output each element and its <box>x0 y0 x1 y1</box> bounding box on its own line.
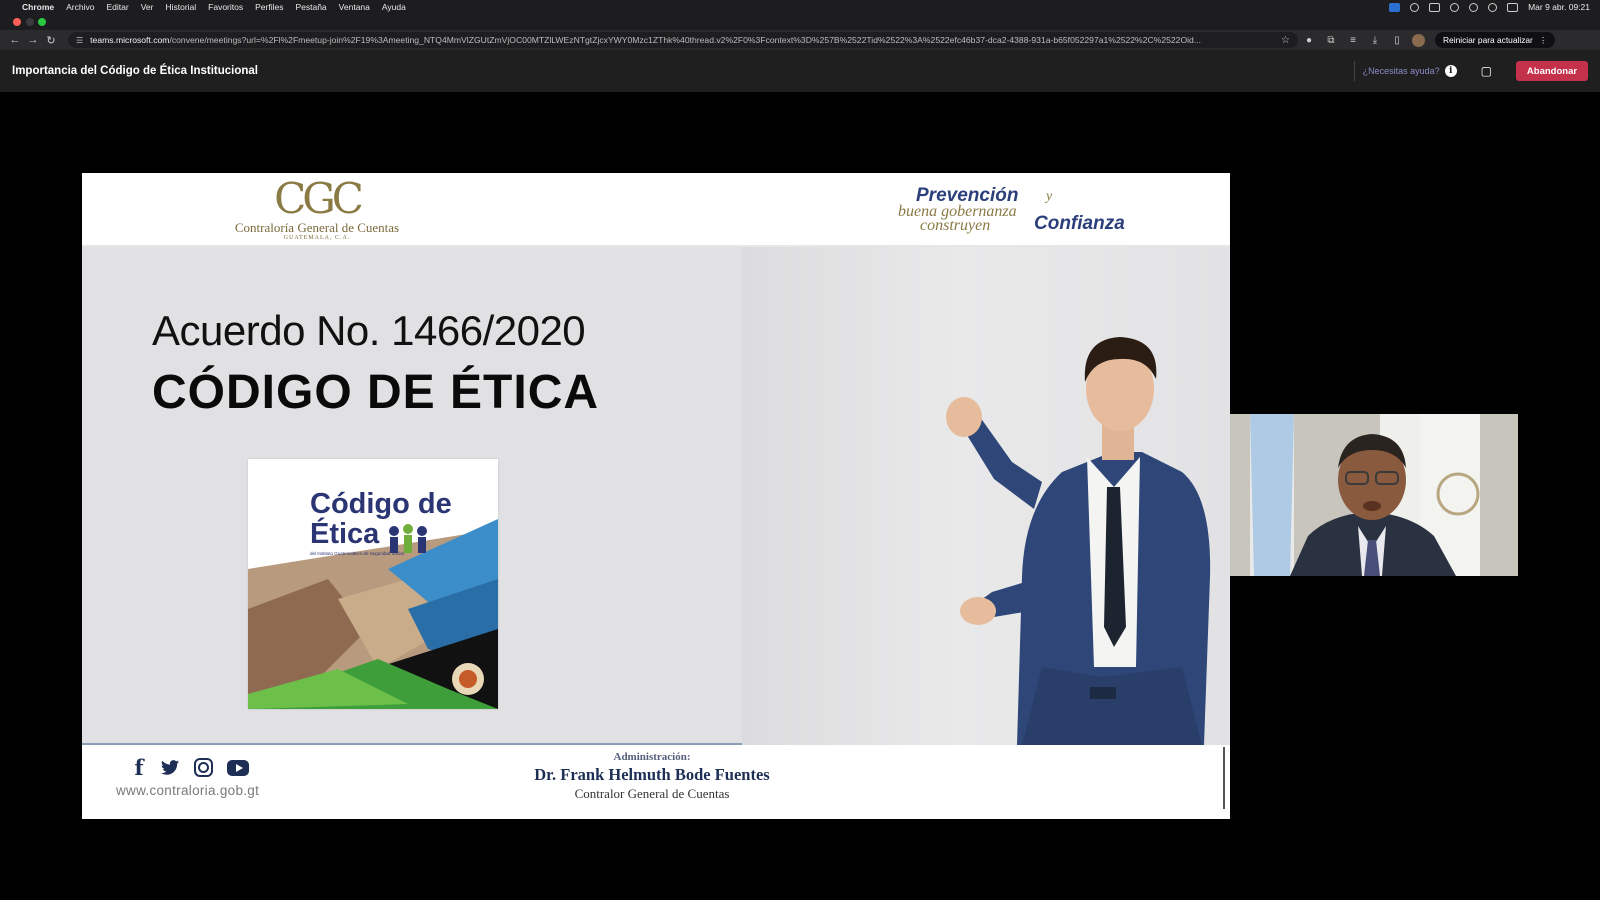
twitter-icon <box>160 760 180 775</box>
meeting-stage: CGC Contraloría General de Cuentas GUATE… <box>0 92 1600 900</box>
slogan-construyen: construyen <box>920 217 991 234</box>
search-icon[interactable] <box>1488 2 1498 12</box>
slide-footer: f www.contraloria.gob.gt Administración:… <box>82 745 1230 819</box>
youtube-icon <box>227 759 249 776</box>
shared-presentation-slide: CGC Contraloría General de Cuentas GUATE… <box>82 173 1230 819</box>
extension-icon[interactable]: ● <box>1298 35 1320 46</box>
browser-tabstrip <box>0 14 1600 30</box>
instagram-icon <box>194 758 213 777</box>
address-bar[interactable]: ☰ teams.microsoft.com /convene/meetings?… <box>68 32 1298 48</box>
wifi-off-icon[interactable] <box>1469 2 1479 12</box>
cgc-logo: CGC Contraloría General de Cuentas GUATE… <box>227 177 407 243</box>
menu-perfiles[interactable]: Perfiles <box>255 2 283 12</box>
vpn-icon[interactable] <box>1389 2 1401 12</box>
divider <box>1353 61 1355 81</box>
menu-historial[interactable]: Historial <box>165 2 196 12</box>
side-panel-icon[interactable]: ▯ <box>1386 35 1408 46</box>
browser-toolbar: ← → ↻ ☰ teams.microsoft.com /convene/mee… <box>0 30 1600 50</box>
cgc-logo-institution: Contraloría General de Cuentas <box>234 220 400 235</box>
administration-block: Administración: Dr. Frank Helmuth Bode F… <box>502 751 802 802</box>
book-subtitle: del Instituto Guatemalteco de Seguridad … <box>310 551 404 556</box>
slogan-confianza: Confianza <box>1034 213 1125 234</box>
reload-icon[interactable]: ↻ <box>42 34 60 47</box>
restart-to-update-label: Reiniciar para actualizar <box>1443 35 1533 45</box>
cgc-logo-monogram: CGC <box>274 174 364 223</box>
window-zoom-button[interactable] <box>38 18 46 26</box>
back-icon[interactable]: ← <box>6 34 24 46</box>
administration-label: Administración: <box>613 751 691 763</box>
more-menu-icon[interactable]: ⋮ <box>1539 35 1547 45</box>
menu-app-chrome[interactable]: Chrome <box>22 2 54 12</box>
extensions-puzzle-icon[interactable]: ⧉ <box>1320 35 1342 46</box>
menu-archivo[interactable]: Archivo <box>66 2 94 12</box>
download-icon[interactable]: ⤓ <box>1364 35 1386 46</box>
footer-divider <box>1223 747 1225 809</box>
website-url: www.contraloria.gob.gt <box>116 783 260 798</box>
screen-icon[interactable] <box>1429 2 1441 12</box>
media-control-icon[interactable]: ≡ <box>1342 35 1364 46</box>
slide-content-right <box>742 247 1230 745</box>
bookmark-star-icon[interactable]: ☆ <box>1281 35 1290 46</box>
participant-video-tile[interactable] <box>1230 414 1518 576</box>
meeting-title: Importancia del Código de Ética Instituc… <box>12 65 259 77</box>
url-host: teams.microsoft.com <box>90 35 170 45</box>
slide-header: CGC Contraloría General de Cuentas GUATE… <box>82 173 1230 247</box>
restart-to-update-button[interactable]: Reiniciar para actualizar ⋮ <box>1435 32 1556 48</box>
menu-editar[interactable]: Editar <box>106 2 128 12</box>
url-path: /convene/meetings?url=%2Fl%2Fmeetup-join… <box>169 35 1201 45</box>
meeting-controls: ¿Necesitas ayuda? i ▢ Abandonar <box>1353 61 1588 81</box>
leave-meeting-button[interactable]: Abandonar <box>1516 61 1588 81</box>
administrator-name: Dr. Frank Helmuth Bode Fuentes <box>534 765 770 784</box>
agreement-number: Acuerdo No. 1466/2020 <box>152 307 586 354</box>
participant-video-feed <box>1230 414 1518 576</box>
presenter-illustration <box>946 337 1211 745</box>
book-title-line-1: Código de <box>310 488 452 520</box>
menu-favoritos[interactable]: Favoritos <box>208 2 243 12</box>
menu-pestana[interactable]: Pestaña <box>295 2 326 12</box>
facebook-icon: f <box>134 755 144 780</box>
play-icon[interactable] <box>1450 2 1460 12</box>
control-center-icon[interactable] <box>1507 2 1519 12</box>
menu-ayuda[interactable]: Ayuda <box>382 2 406 12</box>
window-close-button[interactable] <box>13 18 21 26</box>
teams-meeting-header: Importancia del Código de Ética Instituc… <box>0 50 1600 92</box>
slogan-y: y <box>1046 189 1053 204</box>
help-link[interactable]: ¿Necesitas ayuda? <box>1363 66 1440 76</box>
chat-icon[interactable]: ▢ <box>1481 64 1492 78</box>
info-icon[interactable]: i <box>1444 65 1457 77</box>
site-info-icon[interactable]: ☰ <box>76 36 83 45</box>
status-area: Mar 9 abr. 09:21 <box>1389 2 1590 12</box>
ethics-code-book-cover: Código de Ética del Instituto Guatemalte… <box>248 459 498 709</box>
social-links: f <box>132 755 249 780</box>
macos-menubar: Chrome Archivo Editar Ver Historial Favo… <box>0 0 1600 14</box>
menu-ventana[interactable]: Ventana <box>339 2 370 12</box>
book-title-line-2: Ética <box>310 518 380 550</box>
menu-ver[interactable]: Ver <box>141 2 154 12</box>
forward-icon[interactable]: → <box>24 34 42 46</box>
administrator-role: Contralor General de Cuentas <box>574 786 730 801</box>
slide-content-left: Acuerdo No. 1466/2020 CÓDIGO DE ÉTICA Có… <box>82 247 772 745</box>
window-minimize-button[interactable] <box>26 18 34 26</box>
menubar-clock[interactable]: Mar 9 abr. 09:21 <box>1528 2 1590 12</box>
code-title: CÓDIGO DE ÉTICA <box>152 366 600 419</box>
headphones-icon[interactable] <box>1410 2 1420 12</box>
book-title: Código de Ética <box>310 489 452 549</box>
slogan: Prevención y buena gobernanza construyen… <box>898 183 1158 243</box>
cgc-logo-country: GUATEMALA, C.A. <box>283 235 351 241</box>
profile-avatar[interactable] <box>1412 33 1425 47</box>
